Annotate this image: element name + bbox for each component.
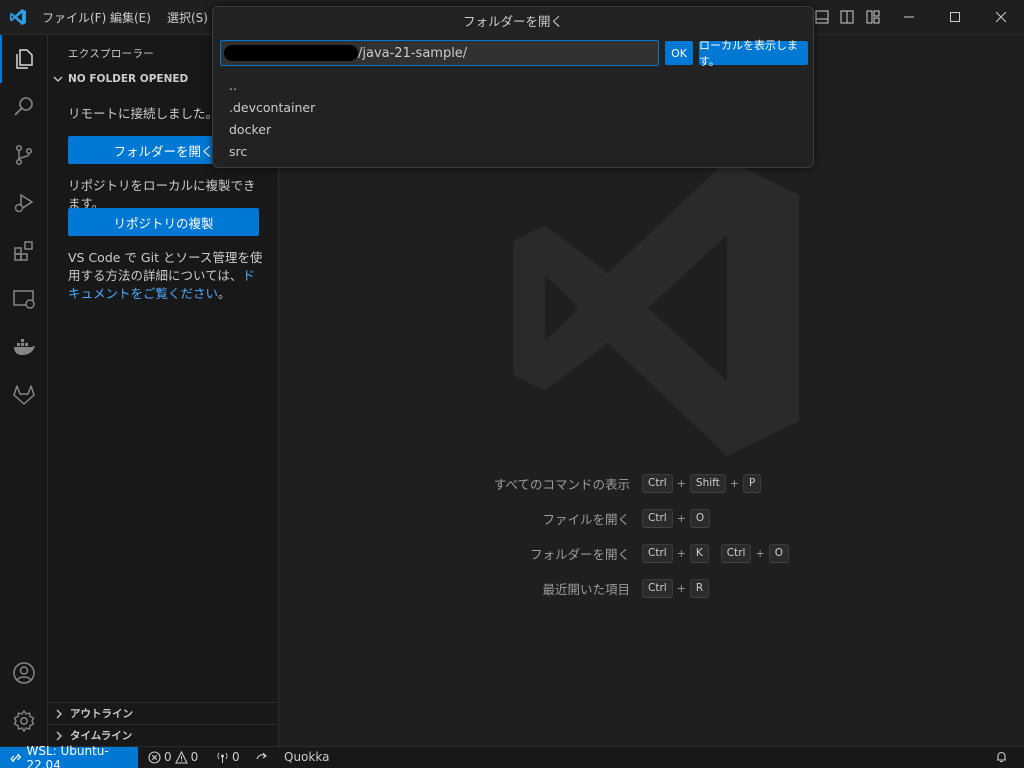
live-share-indicator[interactable] xyxy=(256,750,269,763)
settings-gear-icon xyxy=(13,710,35,732)
close-icon xyxy=(996,12,1006,22)
shortcut-label: 最近開いた項目 xyxy=(542,581,630,597)
warning-count: 0 xyxy=(190,750,199,764)
activity-docker[interactable] xyxy=(0,323,48,371)
key-cap: R xyxy=(689,578,710,598)
broadcast-icon xyxy=(217,752,228,763)
section-title: NO FOLDER OPENED xyxy=(68,73,189,85)
menu-selection[interactable]: 選択(S) xyxy=(167,9,208,26)
folder-item-parent[interactable]: .. xyxy=(229,78,237,93)
key-cap: Ctrl xyxy=(642,543,673,563)
gitlab-icon xyxy=(13,385,35,405)
ports-count: 0 xyxy=(232,750,240,764)
remote-indicator[interactable]: WSL: Ubuntu-22.04 xyxy=(0,743,138,768)
vscode-watermark-icon xyxy=(513,160,799,456)
folder-item-docker[interactable]: docker xyxy=(229,122,271,137)
problems-indicator[interactable]: 0 0 xyxy=(148,750,198,764)
menu-file[interactable]: ファイル(F) xyxy=(42,9,106,26)
search-icon xyxy=(14,97,33,116)
toggle-sidebar-icon[interactable] xyxy=(840,10,854,24)
path-input-value: /java-21-sample/ xyxy=(358,45,468,61)
minimize-icon xyxy=(904,16,914,18)
warning-icon xyxy=(174,750,188,764)
timeline-label: タイムライン xyxy=(70,730,133,742)
shortcut-open-recent: 最近開いた項目 Ctrl + R xyxy=(280,577,1024,599)
activity-remote-explorer[interactable] xyxy=(0,275,48,323)
key-cap: O xyxy=(689,508,711,528)
minimize-button[interactable] xyxy=(886,0,932,34)
status-bar: WSL: Ubuntu-22.04 0 0 0 Quokka xyxy=(0,743,1024,768)
ports-indicator[interactable]: 0 xyxy=(216,750,240,764)
key-cap: P xyxy=(743,473,762,493)
error-count: 0 xyxy=(164,750,172,764)
activity-accounts[interactable] xyxy=(0,649,48,697)
source-control-icon xyxy=(15,144,33,166)
show-local-button[interactable]: ローカルを表示します。 xyxy=(699,39,808,68)
sidebar-title: エクスプローラー xyxy=(68,48,155,60)
key-cap: Ctrl xyxy=(642,578,673,598)
activity-extensions[interactable] xyxy=(0,227,48,275)
chevron-right-icon xyxy=(56,709,62,718)
quokka-indicator[interactable]: Quokka xyxy=(284,750,329,764)
live-share-icon xyxy=(256,752,267,760)
menu-edit[interactable]: 編集(E) xyxy=(110,9,151,26)
notifications-button[interactable] xyxy=(995,750,1008,763)
folder-item-src[interactable]: src xyxy=(229,144,247,159)
shortcut-label: すべてのコマンドの表示 xyxy=(493,476,630,492)
activity-gitlab[interactable] xyxy=(0,371,48,419)
activity-search[interactable] xyxy=(0,83,48,131)
vscode-logo-icon xyxy=(10,9,26,25)
clone-repository-button[interactable]: リポジトリの複製 xyxy=(68,208,259,236)
open-folder-dialog: フォルダーを開く /java-21-sample/ OK ローカルを表示します。… xyxy=(212,6,814,168)
close-button[interactable] xyxy=(978,0,1024,34)
scm-info-prefix: VS Code で Git とソース管理を使用する方法の詳細については、 xyxy=(68,250,263,283)
scm-info-text: VS Code で Git とソース管理を使用する方法の詳細については、ドキュメ… xyxy=(68,249,263,303)
run-debug-icon xyxy=(14,193,34,213)
vscode-window: ファイル(F) 編集(E) 選択(S) エクスプローラー NO FOLDER O… xyxy=(0,0,1024,768)
shortcut-show-all-commands: すべてのコマンドの表示 Ctrl + Shift + P xyxy=(280,472,1024,494)
bell-icon xyxy=(997,751,1006,763)
path-input[interactable]: /java-21-sample/ xyxy=(220,40,659,66)
key-cap: Ctrl xyxy=(720,543,752,563)
account-icon xyxy=(13,662,35,684)
key-cap: Ctrl xyxy=(642,473,673,493)
no-folder-section-header[interactable]: NO FOLDER OPENED xyxy=(52,73,188,85)
key-cap: Ctrl xyxy=(642,508,673,528)
remote-label: WSL: Ubuntu-22.04 xyxy=(26,743,109,768)
folder-item-devcontainer[interactable]: .devcontainer xyxy=(229,100,315,115)
ok-button[interactable]: OK xyxy=(665,41,693,65)
extensions-icon xyxy=(14,241,33,261)
activity-source-control[interactable] xyxy=(0,131,48,179)
redacted-path xyxy=(224,45,358,61)
shortcut-open-file: ファイルを開く Ctrl + O xyxy=(280,507,1024,529)
activity-bar xyxy=(0,35,48,746)
explorer-icon xyxy=(16,49,33,69)
chevron-down-icon xyxy=(53,76,63,82)
shortcut-label: ファイルを開く xyxy=(542,511,630,527)
remote-icon xyxy=(10,753,21,762)
error-icon xyxy=(148,750,161,764)
outline-label: アウトライン xyxy=(70,708,133,720)
toggle-panel-icon[interactable] xyxy=(815,10,829,24)
customize-layout-icon[interactable] xyxy=(866,10,880,24)
quokka-label: Quokka xyxy=(284,750,330,764)
chevron-right-icon xyxy=(56,731,62,740)
outline-section[interactable]: アウトライン xyxy=(48,702,279,724)
scm-info-suffix: 。 xyxy=(218,286,231,301)
key-cap: O xyxy=(768,543,789,563)
activity-run-debug[interactable] xyxy=(0,179,48,227)
maximize-button[interactable] xyxy=(932,0,978,34)
dialog-title: フォルダーを開く xyxy=(462,14,563,29)
docker-icon xyxy=(14,339,35,355)
shortcut-label: フォルダーを開く xyxy=(529,546,630,562)
remote-explorer-icon xyxy=(13,290,35,309)
key-cap: K xyxy=(689,543,709,563)
shortcut-open-folder: フォルダーを開く Ctrl + K Ctrl + O xyxy=(280,542,1024,564)
activity-manage[interactable] xyxy=(0,697,48,745)
key-cap: Shift xyxy=(689,473,726,493)
activity-explorer[interactable] xyxy=(0,35,48,83)
maximize-icon xyxy=(950,12,960,22)
